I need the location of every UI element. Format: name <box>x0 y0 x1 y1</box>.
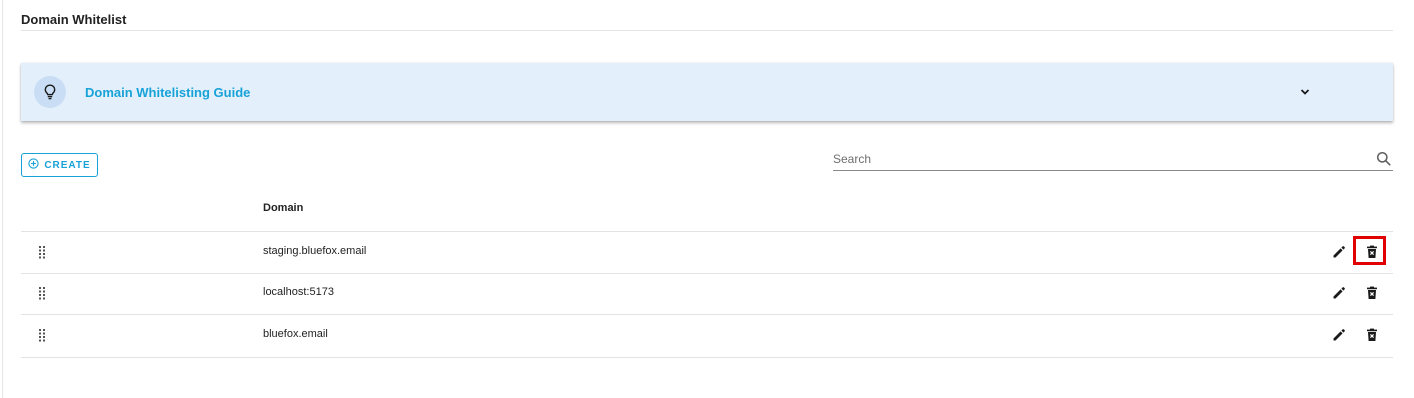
guide-accordion[interactable]: Domain Whitelisting Guide <box>21 63 1393 121</box>
edit-icon <box>1333 287 1345 299</box>
domain-cell: localhost:5173 <box>263 286 334 298</box>
column-header-domain: Domain <box>263 202 304 214</box>
edit-icon <box>1333 329 1345 341</box>
domain-cell: staging.bluefox.email <box>263 245 367 257</box>
edit-button[interactable] <box>1330 284 1348 302</box>
title-divider <box>21 30 1393 31</box>
drag-handle-icon[interactable] <box>38 328 46 342</box>
drag-handle-icon[interactable] <box>38 286 46 300</box>
search-input[interactable] <box>833 150 1363 168</box>
lightbulb-icon <box>34 76 66 108</box>
domain-cell: bluefox.email <box>263 328 328 340</box>
search-field <box>833 148 1393 171</box>
edit-icon <box>1333 246 1345 258</box>
delete-button[interactable] <box>1363 326 1381 344</box>
delete-icon <box>1367 286 1377 299</box>
guide-title[interactable]: Domain Whitelisting Guide <box>85 85 250 100</box>
left-border <box>2 0 3 398</box>
table-row: localhost:5173 <box>21 274 1393 315</box>
table-header: Domain <box>21 190 1393 232</box>
chevron-down-icon[interactable] <box>1298 85 1312 99</box>
delete-button[interactable] <box>1363 284 1381 302</box>
page-title: Domain Whitelist <box>21 12 127 27</box>
domain-whitelist-page: Domain Whitelist Domain Whitelisting Gui… <box>0 0 1414 398</box>
search-icon[interactable] <box>1376 151 1392 167</box>
create-button[interactable]: CREATE <box>21 153 98 177</box>
table-row: bluefox.email <box>21 315 1393 358</box>
drag-handle-icon[interactable] <box>38 245 46 259</box>
delete-icon <box>1367 328 1377 341</box>
delete-button-highlight <box>1353 236 1386 265</box>
edit-button[interactable] <box>1330 243 1348 261</box>
add-circle-outline-icon <box>28 156 39 174</box>
create-label: CREATE <box>44 159 91 171</box>
edit-button[interactable] <box>1330 326 1348 344</box>
table-row: staging.bluefox.email <box>21 232 1393 274</box>
